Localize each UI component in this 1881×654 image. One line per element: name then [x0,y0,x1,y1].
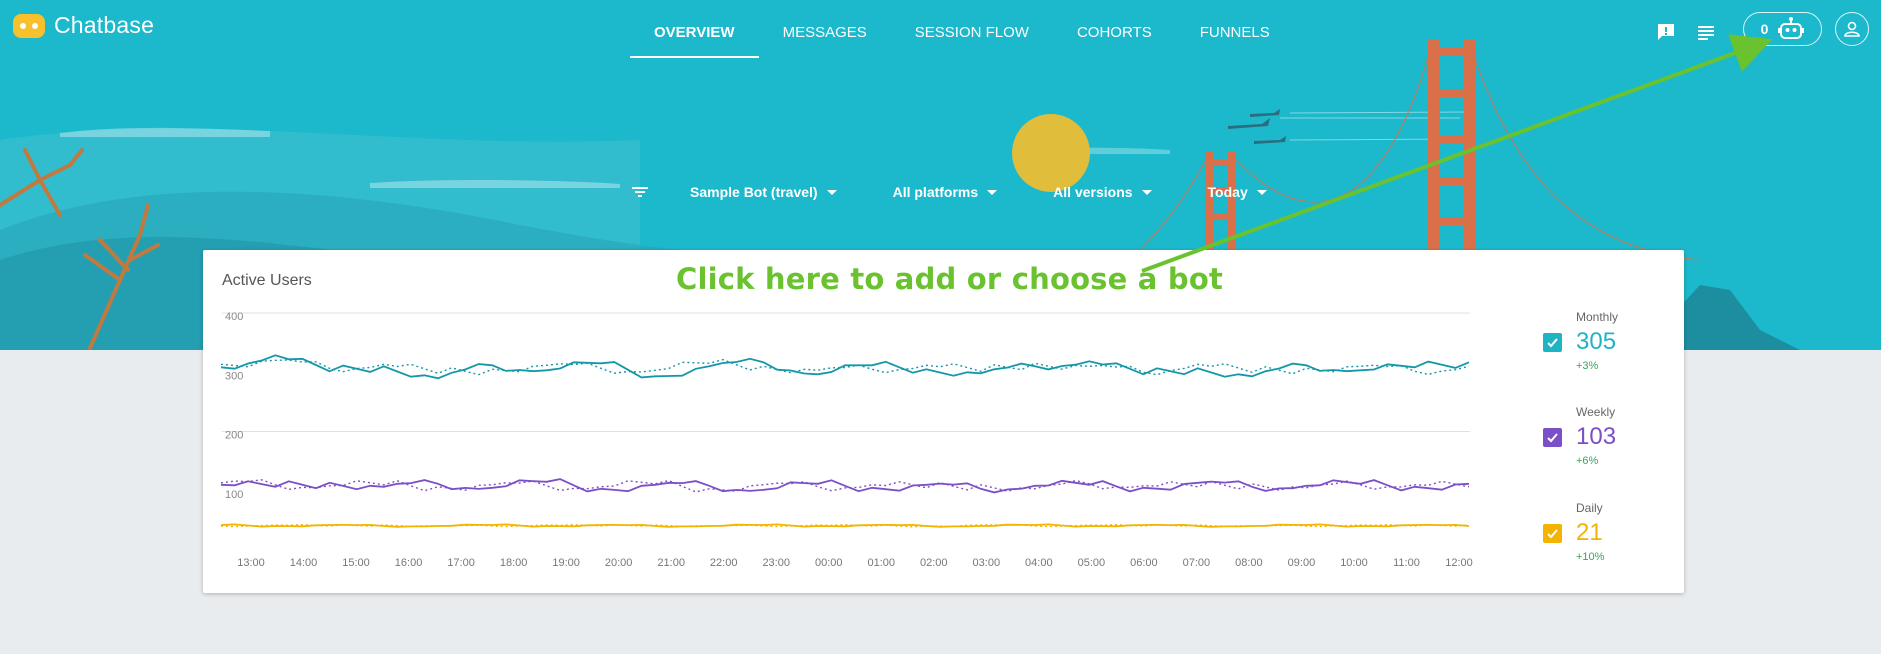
x-tick-label: 03:00 [973,557,1001,569]
bot-dropdown-label: Sample Bot (travel) [690,184,818,200]
checkmark-icon [1547,433,1558,443]
person-icon [1844,21,1860,37]
period-dropdown-label: Today [1207,184,1248,200]
series-line-monthly [220,354,1470,380]
chevron-down-icon [1256,189,1267,195]
active-users-card: Active Users 400 300 200 100 13:00 14:00 15:00… [203,250,1684,593]
legend-monthly-checkbox[interactable] [1543,333,1562,352]
tab-overview[interactable]: OVERVIEW [630,0,759,58]
legend-monthly-value: 305 [1576,328,1617,355]
chevron-down-icon [826,189,837,195]
x-tick-label: 10:00 [1340,557,1368,569]
x-tick-label: 21:00 [657,557,685,569]
versions-dropdown[interactable]: All versions [1053,184,1152,200]
legend-monthly-label: Monthly [1576,310,1619,324]
tab-messages[interactable]: MESSAGES [759,0,891,58]
x-tick-label: 00:00 [815,557,843,569]
account-button[interactable] [1835,12,1869,46]
list-icon[interactable] [1694,20,1718,44]
versions-dropdown-label: All versions [1053,184,1133,200]
app-name: Chatbase [54,12,155,38]
filter-icon[interactable] [630,182,650,202]
series-line-weekly [220,478,1470,494]
tab-cohorts[interactable]: COHORTS [1053,0,1176,58]
tab-session-flow[interactable]: SESSION FLOW [891,0,1053,58]
legend-monthly-delta: +3% [1576,360,1599,372]
x-tick-label: 09:00 [1288,557,1316,569]
checkmark-icon [1547,529,1558,539]
legend-daily-checkbox[interactable] [1543,524,1562,543]
legend-weekly: Weekly 103 +6% [1543,405,1663,485]
legend-daily-delta: +10% [1576,551,1605,563]
x-tick-label: 05:00 [1078,557,1106,569]
bot-count: 0 [1760,21,1769,37]
period-dropdown[interactable]: Today [1208,184,1267,200]
legend-monthly: Monthly 305 +3% [1543,310,1663,390]
legend-daily-value: 21 [1576,519,1603,546]
chevron-down-icon [1141,189,1152,195]
legend-daily-label: Daily [1576,501,1603,515]
app-logo[interactable]: Chatbase [12,12,154,39]
bot-dropdown[interactable]: Sample Bot (travel) [690,184,837,200]
x-tick-label: 12:00 [1445,557,1473,569]
x-tick-label: 07:00 [1183,557,1211,569]
legend-weekly-label: Weekly [1576,405,1616,419]
checkmark-icon [1547,338,1558,348]
x-tick-label: 04:00 [1025,557,1053,569]
x-tick-label: 23:00 [762,557,790,569]
chevron-down-icon [987,189,998,195]
legend-weekly-checkbox[interactable] [1543,428,1562,447]
x-tick-label: 11:00 [1393,557,1420,569]
y-tick-label: 300 [225,370,243,382]
x-tick-label: 01:00 [867,557,895,569]
x-tick-label: 18:00 [500,557,528,569]
x-tick-label: 15:00 [342,557,370,569]
y-tick-label: 100 [225,489,243,501]
tab-funnels[interactable]: FUNNELS [1176,0,1294,58]
platforms-dropdown[interactable]: All platforms [893,184,998,200]
x-tick-label: 20:00 [605,557,633,569]
chatbase-logo-icon [13,13,45,38]
feedback-icon[interactable] [1654,20,1678,44]
x-tick-label: 16:00 [395,557,423,569]
legend-daily: Daily 21 +10% [1543,501,1663,581]
bot-selector-button[interactable]: 0 [1743,12,1822,46]
annotation-callout: Click here to add or choose a bot [676,262,1224,296]
filter-bar: Sample Bot (travel) All platforms All ve… [630,182,1323,202]
x-tick-label: 14:00 [290,557,318,569]
x-tick-label: 02:00 [920,557,948,569]
robot-icon [1778,17,1805,39]
legend-weekly-value: 103 [1576,423,1617,450]
top-right-toolbar: 0 [1581,12,1881,52]
main-nav-tabs: OVERVIEW MESSAGES SESSION FLOW COHORTS F… [630,0,1294,58]
active-users-chart: 400 300 200 100 13:00 14:00 15:00 16:00 17:00 18:… [220,311,1473,569]
y-tick-label: 400 [225,311,243,323]
legend-weekly-delta: +6% [1576,455,1599,467]
y-tick-label: 200 [225,430,243,442]
x-tick-label: 22:00 [710,557,738,569]
x-tick-label: 08:00 [1235,557,1263,569]
x-tick-label: 19:00 [552,557,580,569]
x-tick-label: 13:00 [237,557,265,569]
x-tick-label: 06:00 [1130,557,1158,569]
platforms-dropdown-label: All platforms [892,184,979,200]
chatbase-overview-page: Chatbase OVERVIEW MESSAGES SESSION FLOW … [0,0,1881,654]
x-tick-label: 17:00 [447,557,475,569]
